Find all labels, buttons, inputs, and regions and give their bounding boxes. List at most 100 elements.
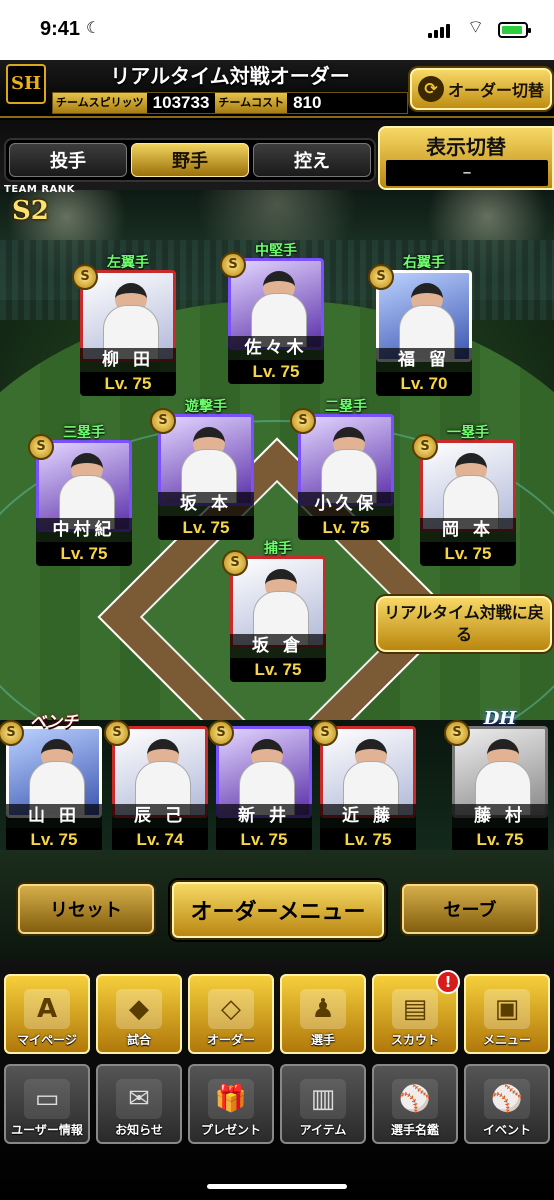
team-spirits-value: 103733 (152, 93, 210, 112)
player-level: Lv. 75 (216, 828, 312, 852)
player-name: 坂 倉 (230, 634, 326, 658)
bench-card-2[interactable]: S 辰 己 Lv. 74 (104, 720, 208, 854)
player-level: Lv. 74 (112, 828, 208, 852)
player-name: 近 藤 (320, 804, 416, 828)
s-rank-icon: S (72, 264, 98, 290)
player-level: Lv. 75 (6, 828, 102, 852)
player-card-first-base[interactable]: 一塁手 S 岡 本 Lv. 75 (412, 425, 516, 568)
status-bar: 9:41 ☾ ⌔ (0, 0, 554, 60)
nav-players[interactable]: ♟ 選手 (280, 974, 366, 1054)
player-card-catcher[interactable]: 捕手 S 坂 倉 Lv. 75 (222, 541, 326, 684)
batter-icon: ⚾ (392, 1079, 438, 1119)
bench-card-1[interactable]: ベンチ S 山 田 Lv. 75 (0, 712, 102, 854)
player-level: Lv. 75 (158, 516, 254, 540)
team-spirits-label: チームスピリッツ (53, 93, 147, 113)
player-card-left-field[interactable]: 左翼手 S 柳 田 Lv. 75 (72, 255, 176, 398)
team-cost-value: 810 (293, 93, 322, 112)
mypage-icon: A (24, 989, 70, 1029)
order-switch-button[interactable]: ⟳ オーダー切替 (410, 68, 552, 110)
scout-card-icon: ▤ (392, 989, 438, 1029)
display-switch-label: 表示切替 (426, 135, 506, 159)
nav-news[interactable]: ✉ お知らせ (96, 1064, 182, 1144)
bench-card-4[interactable]: S 近 藤 Lv. 75 (312, 720, 416, 854)
player-name: 中村紀 (36, 518, 132, 542)
player-icon: ♟ (300, 989, 346, 1029)
back-to-realtime-button[interactable]: リアルタイム対戦に戻る (376, 596, 552, 652)
player-card-right-field[interactable]: 右翼手 S 福 留 Lv. 70 (368, 255, 472, 398)
player-level: Lv. 75 (80, 372, 176, 396)
gift-icon: 🎁 (208, 1079, 254, 1119)
team-stats-bar: チームスピリッツ 103733 チームコスト 810 (52, 92, 408, 114)
s-rank-icon: S (220, 252, 246, 278)
home-indicator (207, 1184, 347, 1189)
player-card-second-base[interactable]: 二塁手 S 小久保 Lv. 75 (290, 399, 394, 542)
save-button[interactable]: セーブ (400, 882, 540, 936)
player-name: 山 田 (6, 804, 102, 828)
nav-scout[interactable]: ▤ スカウト! (372, 970, 460, 1054)
tab-fielder[interactable]: 野手 (131, 143, 249, 177)
player-name: 坂 本 (158, 492, 254, 516)
s-rank-icon: S (104, 720, 130, 746)
display-switch-button[interactable]: 表示切替 – (378, 126, 554, 190)
s-rank-icon: S (290, 408, 316, 434)
player-name: 佐々木 (228, 336, 324, 360)
bench-card-3[interactable]: S 新 井 Lv. 75 (208, 720, 312, 854)
nav-player-directory[interactable]: ⚾ 選手名鑑 (372, 1064, 458, 1144)
stadium-icon: ◆ (116, 989, 162, 1029)
order-switch-label: オーダー切替 (447, 81, 544, 100)
nav-present[interactable]: 🎁 プレゼント (188, 1064, 274, 1144)
order-menu-button[interactable]: オーダーメニュー (170, 880, 386, 940)
player-name: 柳 田 (80, 348, 176, 372)
status-time: 9:41 (40, 18, 81, 40)
team-logo: SH (6, 64, 46, 104)
display-switch-value: – (386, 160, 548, 186)
player-card-center-field[interactable]: 中堅手 S 佐々木 Lv. 75 (220, 243, 324, 386)
page-title: リアルタイム対戦オーダー (110, 64, 350, 88)
nav-row-main: A マイページ ◆ 試合 ◇ オーダー ♟ 選手 ▤ スカウト! ▣ メニュー (4, 970, 550, 1054)
refresh-icon: ⟳ (417, 76, 444, 102)
player-card-third-base[interactable]: 三塁手 S 中村紀 Lv. 75 (28, 425, 132, 568)
tab-reserve[interactable]: 控え (253, 143, 371, 177)
player-level: Lv. 75 (420, 542, 516, 566)
dh-card[interactable]: DH S 藤 村 Lv. 75 (444, 708, 548, 854)
user-info-icon: ▭ (24, 1079, 70, 1119)
position-tabs: 投手 野手 控え (4, 138, 376, 182)
nav-order[interactable]: ◇ オーダー (188, 974, 274, 1054)
nav-mypage[interactable]: A マイページ (4, 974, 90, 1054)
player-name: 岡 本 (420, 518, 516, 542)
battery-icon (498, 22, 531, 38)
s-rank-icon: S (208, 720, 234, 746)
bottom-navigation: A マイページ ◆ 試合 ◇ オーダー ♟ 選手 ▤ スカウト! ▣ メニュー ▭ ユーザー情… (0, 960, 554, 1200)
menu-icon: ▣ (484, 989, 530, 1029)
s-rank-icon: S (150, 408, 176, 434)
s-rank-icon: S (368, 264, 394, 290)
cellular-signal-icon (428, 24, 450, 38)
moon-icon: ☾ (86, 18, 101, 37)
player-level: Lv. 70 (376, 372, 472, 396)
s-rank-icon: S (222, 550, 248, 576)
s-rank-icon: S (412, 434, 438, 460)
news-icon: ✉ (116, 1079, 162, 1119)
reset-button[interactable]: リセット (16, 882, 156, 936)
wifi-icon: ⌔ (467, 17, 484, 38)
s-rank-icon: S (28, 434, 54, 460)
player-card-shortstop[interactable]: 遊撃手 S 坂 本 Lv. 75 (150, 399, 254, 542)
player-level: Lv. 75 (320, 828, 416, 852)
player-level: Lv. 75 (228, 360, 324, 384)
tab-pitcher[interactable]: 投手 (9, 143, 127, 177)
nav-menu[interactable]: ▣ メニュー (464, 974, 550, 1054)
player-level: Lv. 75 (230, 658, 326, 682)
nav-event[interactable]: ⚾ イベント (464, 1064, 550, 1144)
s-rank-icon: S (312, 720, 338, 746)
player-name: 藤 村 (452, 804, 548, 828)
team-cost-label: チームコスト (215, 93, 288, 113)
team-rank-label: TEAM RANK (4, 184, 75, 195)
player-name: 小久保 (298, 492, 394, 516)
order-controls: リセット オーダーメニュー セーブ (0, 850, 554, 960)
field-icon: ◇ (208, 989, 254, 1029)
alert-badge: ! (436, 970, 460, 994)
nav-items[interactable]: ▥ アイテム (280, 1064, 366, 1144)
nav-user-info[interactable]: ▭ ユーザー情報 (4, 1064, 90, 1144)
nav-game[interactable]: ◆ 試合 (96, 974, 182, 1054)
baseball-icon: ⚾ (484, 1079, 530, 1119)
